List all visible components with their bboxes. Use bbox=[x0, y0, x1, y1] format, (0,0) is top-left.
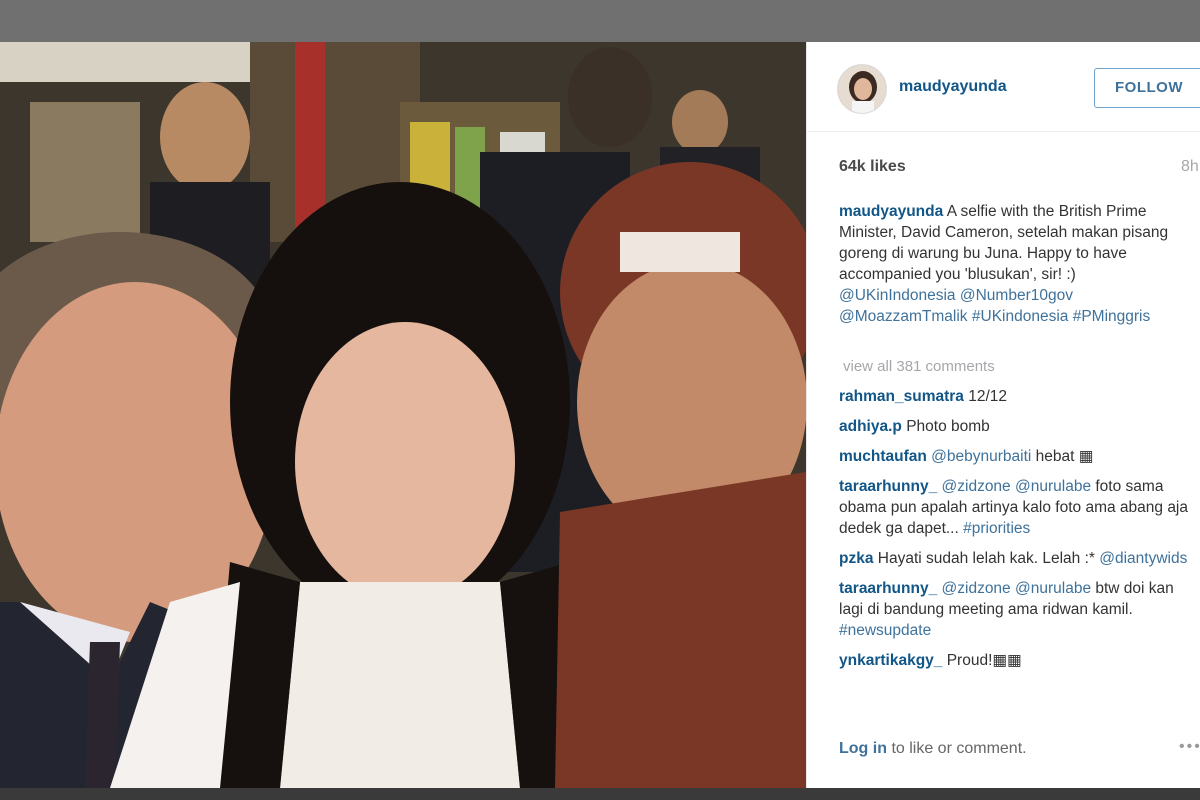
follow-button[interactable]: FOLLOW bbox=[1094, 68, 1200, 108]
avatar-icon[interactable] bbox=[837, 64, 887, 114]
comment-username[interactable]: taraarhunny_ bbox=[839, 580, 937, 597]
comment-tag[interactable]: #priorities bbox=[963, 520, 1030, 537]
comment-tag[interactable]: @zidzone bbox=[942, 580, 1011, 597]
comment-text: 12/12 bbox=[968, 388, 1008, 405]
comment-tag[interactable]: @diantywids bbox=[1099, 550, 1187, 567]
comment-item: rahman_sumatra 12/12 bbox=[839, 386, 1189, 407]
view-all-comments-link[interactable]: view all 381 comments bbox=[843, 358, 995, 375]
caption-tag[interactable]: #UKindonesia bbox=[972, 308, 1069, 325]
comment-tag[interactable]: @nurulabe bbox=[1015, 478, 1091, 495]
more-options-icon[interactable]: ••• bbox=[1179, 738, 1200, 756]
comment-item: muchtaufan @bebynurbaiti hebat ▦ bbox=[839, 446, 1189, 467]
comment-tag[interactable]: #newsupdate bbox=[839, 622, 931, 639]
comment-username[interactable]: muchtaufan bbox=[839, 448, 927, 465]
comment-tag[interactable]: @bebynurbaiti bbox=[931, 448, 1031, 465]
post-photo[interactable] bbox=[0, 42, 806, 788]
likes-count[interactable]: 64k likes bbox=[839, 158, 906, 176]
comment-username[interactable]: taraarhunny_ bbox=[839, 478, 937, 495]
comment-username[interactable]: ynkartikakgy_ bbox=[839, 652, 942, 669]
caption-username[interactable]: maudyayunda bbox=[839, 203, 943, 220]
login-prompt: Log in to like or comment. bbox=[839, 740, 1027, 758]
avatar-image bbox=[838, 65, 886, 113]
comment-text: Hayati sudah lelah kak. Lelah :* bbox=[877, 550, 1095, 567]
username-link[interactable]: maudyayunda bbox=[899, 78, 1007, 96]
comment-username[interactable]: pzka bbox=[839, 550, 873, 567]
comment-item: ynkartikakgy_ Proud!▦▦ bbox=[839, 650, 1189, 671]
caption-tag[interactable]: #PMinggris bbox=[1073, 308, 1151, 325]
login-text: to like or comment. bbox=[891, 740, 1027, 757]
comment-item: taraarhunny_ @zidzone @nurulabe foto sam… bbox=[839, 476, 1189, 539]
comment-item: taraarhunny_ @zidzone @nurulabe btw doi … bbox=[839, 578, 1189, 641]
comment-text: Proud!▦▦ bbox=[946, 652, 1022, 669]
comment-text: hebat ▦ bbox=[1035, 448, 1094, 465]
comment-text: Photo bomb bbox=[906, 418, 990, 435]
photo-illustration bbox=[0, 42, 806, 788]
caption-tag[interactable]: @UKinIndonesia bbox=[839, 287, 956, 304]
comment-list: rahman_sumatra 12/12 adhiya.p Photo bomb… bbox=[839, 386, 1189, 671]
comment-tag[interactable]: @zidzone bbox=[942, 478, 1011, 495]
top-bar bbox=[0, 0, 1200, 42]
comment-tag[interactable]: @nurulabe bbox=[1015, 580, 1091, 597]
comment-username[interactable]: adhiya.p bbox=[839, 418, 902, 435]
bottom-strip bbox=[0, 788, 1200, 800]
post-caption: maudyayunda A selfie with the British Pr… bbox=[839, 201, 1184, 327]
post-header: maudyayunda FOLLOW bbox=[807, 42, 1200, 132]
comment-item: adhiya.p Photo bomb bbox=[839, 416, 1189, 437]
comment-username[interactable]: rahman_sumatra bbox=[839, 388, 964, 405]
post-sidebar: maudyayunda FOLLOW 64k likes 8h maudyayu… bbox=[806, 42, 1200, 788]
caption-tag[interactable]: @MoazzamTmalik bbox=[839, 308, 968, 325]
caption-tag[interactable]: @Number10gov bbox=[960, 287, 1073, 304]
comment-item: pzka Hayati sudah lelah kak. Lelah :* @d… bbox=[839, 548, 1189, 569]
login-link[interactable]: Log in bbox=[839, 740, 887, 757]
post-time[interactable]: 8h bbox=[1181, 158, 1199, 176]
